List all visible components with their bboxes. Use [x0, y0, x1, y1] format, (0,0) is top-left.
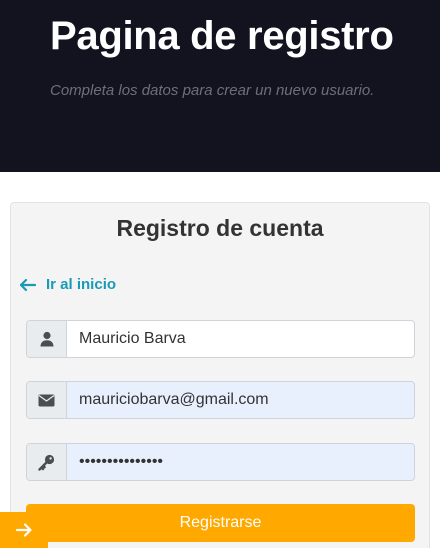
password-field	[26, 443, 415, 481]
email-field	[26, 381, 415, 419]
card-title: Registro de cuenta	[116, 215, 324, 241]
page-title: Pagina de registro	[50, 14, 394, 58]
register-button[interactable]: Registrarse	[26, 504, 415, 542]
envelope-icon	[27, 382, 67, 418]
email-input[interactable]	[67, 382, 414, 418]
register-card: Registro de cuenta Ir al inicio Mauricio…	[10, 202, 430, 548]
arrow-left-icon	[20, 278, 36, 291]
password-input[interactable]	[67, 444, 414, 480]
home-link-label: Ir al inicio	[46, 276, 117, 293]
home-link[interactable]: Ir al inicio	[20, 276, 116, 293]
page-header: Pagina de registro Completa los datos pa…	[0, 0, 440, 172]
page-subtitle: Completa los datos para crear un nuevo u…	[50, 82, 375, 99]
name-field	[26, 320, 415, 358]
arrow-right-icon	[15, 523, 32, 537]
next-button[interactable]	[0, 512, 48, 548]
user-icon	[27, 321, 67, 357]
key-icon	[27, 444, 67, 480]
name-input[interactable]	[67, 321, 414, 357]
